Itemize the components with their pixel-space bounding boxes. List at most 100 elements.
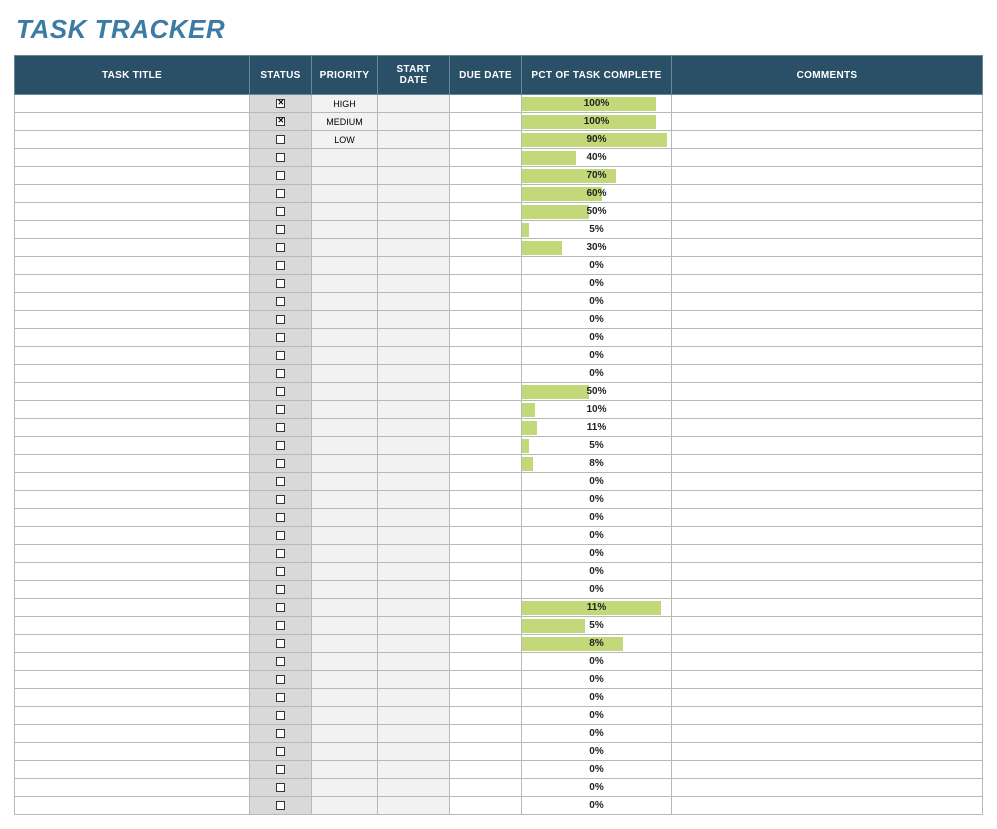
status-checkbox[interactable] <box>276 459 285 468</box>
cell-comments[interactable] <box>672 527 983 545</box>
cell-comments[interactable] <box>672 437 983 455</box>
cell-priority[interactable]: MEDIUM <box>312 113 378 131</box>
cell-pct-complete[interactable]: 0% <box>522 293 672 311</box>
cell-status[interactable] <box>250 653 312 671</box>
cell-comments[interactable] <box>672 401 983 419</box>
cell-pct-complete[interactable]: 0% <box>522 491 672 509</box>
cell-status[interactable] <box>250 617 312 635</box>
cell-due-date[interactable] <box>450 725 522 743</box>
cell-pct-complete[interactable]: 0% <box>522 257 672 275</box>
cell-priority[interactable]: HIGH <box>312 95 378 113</box>
cell-start-date[interactable] <box>378 545 450 563</box>
cell-priority[interactable] <box>312 473 378 491</box>
cell-start-date[interactable] <box>378 617 450 635</box>
cell-comments[interactable] <box>672 671 983 689</box>
cell-comments[interactable] <box>672 473 983 491</box>
cell-status[interactable] <box>250 203 312 221</box>
cell-pct-complete[interactable]: 0% <box>522 797 672 815</box>
cell-pct-complete[interactable]: 0% <box>522 509 672 527</box>
cell-priority[interactable] <box>312 419 378 437</box>
cell-priority[interactable] <box>312 239 378 257</box>
cell-start-date[interactable] <box>378 455 450 473</box>
cell-task-title[interactable] <box>15 257 250 275</box>
cell-comments[interactable] <box>672 149 983 167</box>
cell-due-date[interactable] <box>450 671 522 689</box>
cell-comments[interactable] <box>672 617 983 635</box>
cell-priority[interactable] <box>312 329 378 347</box>
cell-priority[interactable] <box>312 653 378 671</box>
cell-pct-complete[interactable]: 30% <box>522 239 672 257</box>
cell-priority[interactable] <box>312 491 378 509</box>
cell-comments[interactable] <box>672 131 983 149</box>
cell-start-date[interactable] <box>378 761 450 779</box>
cell-priority[interactable] <box>312 599 378 617</box>
cell-comments[interactable] <box>672 365 983 383</box>
cell-pct-complete[interactable]: 0% <box>522 779 672 797</box>
cell-start-date[interactable] <box>378 797 450 815</box>
cell-task-title[interactable] <box>15 95 250 113</box>
status-checkbox[interactable] <box>276 765 285 774</box>
cell-due-date[interactable] <box>450 689 522 707</box>
cell-pct-complete[interactable]: 50% <box>522 203 672 221</box>
cell-priority[interactable] <box>312 311 378 329</box>
cell-task-title[interactable] <box>15 581 250 599</box>
cell-start-date[interactable] <box>378 671 450 689</box>
cell-pct-complete[interactable]: 50% <box>522 383 672 401</box>
cell-task-title[interactable] <box>15 149 250 167</box>
cell-comments[interactable] <box>672 329 983 347</box>
cell-start-date[interactable] <box>378 275 450 293</box>
cell-status[interactable] <box>250 419 312 437</box>
cell-comments[interactable] <box>672 455 983 473</box>
cell-pct-complete[interactable]: 40% <box>522 149 672 167</box>
cell-status[interactable] <box>250 581 312 599</box>
cell-status[interactable] <box>250 797 312 815</box>
cell-status[interactable] <box>250 437 312 455</box>
cell-comments[interactable] <box>672 635 983 653</box>
cell-pct-complete[interactable]: 100% <box>522 95 672 113</box>
cell-task-title[interactable] <box>15 239 250 257</box>
cell-priority[interactable] <box>312 563 378 581</box>
status-checkbox[interactable] <box>276 279 285 288</box>
cell-pct-complete[interactable]: 0% <box>522 689 672 707</box>
cell-task-title[interactable] <box>15 365 250 383</box>
status-checkbox[interactable] <box>276 729 285 738</box>
cell-status[interactable] <box>250 167 312 185</box>
cell-priority[interactable] <box>312 293 378 311</box>
cell-comments[interactable] <box>672 563 983 581</box>
cell-status[interactable] <box>250 185 312 203</box>
cell-task-title[interactable] <box>15 725 250 743</box>
status-checkbox[interactable] <box>276 603 285 612</box>
cell-start-date[interactable] <box>378 347 450 365</box>
cell-task-title[interactable] <box>15 203 250 221</box>
status-checkbox[interactable] <box>276 585 285 594</box>
cell-status[interactable] <box>250 725 312 743</box>
cell-pct-complete[interactable]: 70% <box>522 167 672 185</box>
status-checkbox[interactable] <box>276 153 285 162</box>
cell-priority[interactable]: LOW <box>312 131 378 149</box>
cell-task-title[interactable] <box>15 779 250 797</box>
cell-priority[interactable] <box>312 527 378 545</box>
cell-priority[interactable] <box>312 257 378 275</box>
cell-task-title[interactable] <box>15 671 250 689</box>
status-checkbox[interactable] <box>276 333 285 342</box>
status-checkbox[interactable] <box>276 495 285 504</box>
cell-priority[interactable] <box>312 221 378 239</box>
cell-priority[interactable] <box>312 401 378 419</box>
cell-task-title[interactable] <box>15 563 250 581</box>
cell-due-date[interactable] <box>450 635 522 653</box>
cell-start-date[interactable] <box>378 725 450 743</box>
cell-due-date[interactable] <box>450 491 522 509</box>
cell-task-title[interactable] <box>15 491 250 509</box>
cell-task-title[interactable] <box>15 707 250 725</box>
cell-comments[interactable] <box>672 419 983 437</box>
cell-priority[interactable] <box>312 167 378 185</box>
cell-comments[interactable] <box>672 653 983 671</box>
cell-priority[interactable] <box>312 725 378 743</box>
cell-status[interactable] <box>250 293 312 311</box>
cell-comments[interactable] <box>672 599 983 617</box>
cell-due-date[interactable] <box>450 293 522 311</box>
cell-status[interactable] <box>250 671 312 689</box>
cell-status[interactable] <box>250 761 312 779</box>
cell-priority[interactable] <box>312 509 378 527</box>
cell-due-date[interactable] <box>450 131 522 149</box>
